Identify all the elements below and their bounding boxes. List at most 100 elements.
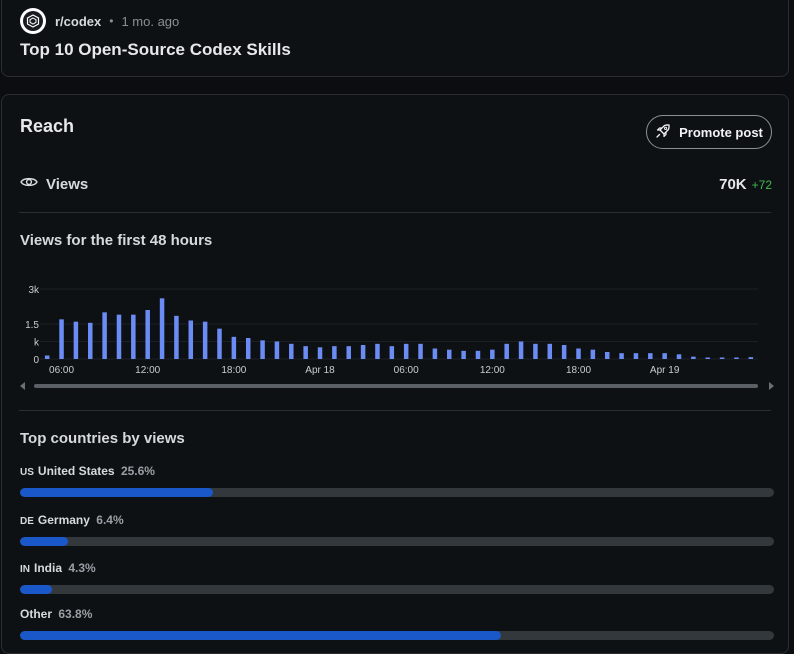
chart-bar[interactable] (289, 343, 294, 359)
countries-title: Top countries by views (20, 430, 185, 447)
progress-track (20, 537, 774, 546)
post-card[interactable]: r/codex • 1 mo. ago Top 10 Open-Source C… (1, 0, 789, 77)
views-bar-chart[interactable]: 3k 1.5 k 0 06:00 12:00 18:00 Apr 18 06:00 12:00 18… (18, 277, 774, 377)
progress-fill (20, 488, 214, 497)
chart-bar[interactable] (475, 350, 481, 359)
chart-bar[interactable] (461, 350, 466, 359)
chart-bar[interactable] (274, 341, 280, 360)
subreddit-avatar[interactable] (20, 8, 46, 34)
chart-scrollbar[interactable] (20, 381, 774, 393)
chart-bar[interactable] (159, 298, 165, 359)
chart-bar[interactable] (561, 345, 567, 359)
meta-separator: • (109, 14, 114, 28)
chart-bar[interactable] (317, 347, 323, 359)
chart-bar[interactable] (202, 321, 208, 359)
chart-bar[interactable] (346, 346, 351, 359)
chart-bar[interactable] (231, 336, 237, 359)
chart-bar[interactable] (447, 349, 452, 359)
chart-bar[interactable] (604, 352, 610, 359)
x-tick-label: Apr 18 (305, 365, 335, 376)
scroll-right-arrow-icon[interactable] (769, 382, 774, 390)
chart-bar[interactable] (504, 343, 509, 359)
country-percent: 6.4% (96, 513, 124, 527)
y-tick-label: k (34, 338, 40, 349)
x-tick-label: 06:00 (394, 365, 419, 376)
chart-bar[interactable] (662, 353, 667, 359)
progress-track (20, 585, 774, 594)
progress-fill (20, 585, 53, 594)
progress-track (20, 488, 774, 497)
chart-bar[interactable] (116, 314, 122, 359)
chart-bar[interactable] (102, 312, 107, 359)
promote-post-button[interactable]: Promote post (646, 115, 772, 149)
chart-bar[interactable] (44, 355, 50, 360)
chart-bar[interactable] (403, 343, 409, 359)
x-tick-label: Apr 19 (650, 365, 680, 376)
x-tick-label: 06:00 (49, 365, 74, 376)
subreddit-name[interactable]: r/codex (55, 14, 101, 29)
y-tick-label: 0 (33, 355, 39, 366)
x-tick-label: 12:00 (480, 365, 505, 376)
chart-bar[interactable] (245, 338, 251, 359)
country-code: IN (20, 564, 30, 575)
chart-bar[interactable] (576, 348, 581, 360)
chart-bar[interactable] (332, 346, 337, 359)
chart-bar[interactable] (389, 346, 395, 359)
post-meta: r/codex • 1 mo. ago (20, 8, 179, 34)
chart-bar[interactable] (633, 353, 639, 359)
x-tick-label: 12:00 (135, 365, 160, 376)
country-percent: 63.8% (58, 607, 93, 621)
post-title[interactable]: Top 10 Open-Source Codex Skills (20, 40, 291, 60)
country-name: Germany (37, 513, 90, 527)
reach-title: Reach (20, 116, 75, 136)
views-label: Views (46, 175, 89, 193)
promote-post-label: Promote post (679, 124, 763, 140)
chart-bar[interactable] (260, 340, 265, 359)
chart-bar[interactable] (619, 353, 624, 359)
y-tick-label: 3k (28, 285, 40, 296)
chart-bar[interactable] (691, 356, 696, 359)
chart-bar[interactable] (217, 328, 222, 359)
country-name: Other (20, 607, 53, 621)
chart-bar[interactable] (432, 348, 438, 360)
divider (19, 212, 771, 213)
chart-bar[interactable] (547, 343, 553, 359)
divider (19, 410, 771, 411)
scroll-left-arrow-icon[interactable] (20, 382, 25, 390)
chart-bar[interactable] (73, 321, 79, 359)
chart-bar[interactable] (748, 357, 754, 359)
chart-bar[interactable] (676, 354, 682, 359)
chart-bar[interactable] (705, 357, 710, 360)
chart-bar[interactable] (188, 320, 194, 360)
views-total: 70K (719, 175, 747, 193)
chart-bar[interactable] (648, 353, 653, 359)
eye-icon (20, 175, 38, 194)
post-age: 1 mo. ago (121, 13, 180, 29)
chart-bar[interactable] (375, 343, 380, 359)
country-row-us: US United States 25.6% (20, 463, 774, 497)
chart-bar[interactable] (303, 346, 308, 359)
chart-bar[interactable] (490, 349, 495, 359)
chart-bar[interactable] (131, 314, 136, 359)
chart-bar[interactable] (59, 319, 64, 359)
y-tick-label: 1.5 (25, 320, 39, 331)
chart-bar[interactable] (360, 345, 366, 359)
views-delta: +72 (751, 177, 772, 192)
country-name: United States (37, 464, 115, 478)
views-stats: 70K +72 (719, 176, 772, 193)
country-code: US (20, 467, 34, 478)
country-name: India (34, 561, 63, 575)
country-percent: 4.3% (68, 561, 96, 575)
chart-title: Views for the first 48 hours (20, 232, 213, 249)
chart-bar[interactable] (518, 341, 524, 360)
scroll-thumb[interactable] (34, 384, 758, 388)
chart-bar[interactable] (719, 357, 725, 360)
x-tick-label: 18:00 (221, 365, 246, 376)
chart-bar[interactable] (88, 322, 93, 359)
chart-bar[interactable] (418, 343, 423, 359)
chart-bar[interactable] (590, 349, 596, 359)
chart-bar[interactable] (533, 343, 538, 359)
chart-bar[interactable] (734, 357, 739, 360)
chart-bar[interactable] (174, 315, 179, 359)
chart-bar[interactable] (145, 310, 150, 359)
